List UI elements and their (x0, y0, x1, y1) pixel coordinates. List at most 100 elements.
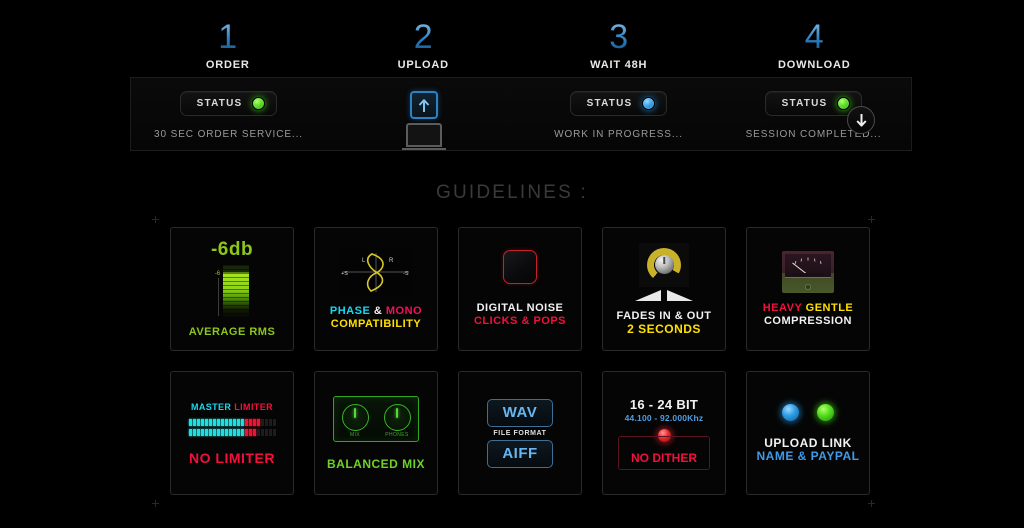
card-compression[interactable]: HEAVY GENTLE COMPRESSION (746, 227, 870, 351)
caption-part-phase: PHASE (329, 304, 374, 317)
status-col-wait: STATUS WORK IN PROGRESS... (521, 78, 716, 150)
svg-text:L: L (362, 258, 366, 264)
rms-value: -6db (210, 239, 254, 260)
status-caption-wait: WORK IN PROGRESS... (554, 129, 683, 140)
card-caption-line2: CLICKS & POPS (473, 315, 567, 327)
card-caption-line2: NAME & PAYPAL (756, 448, 860, 463)
corner-tick-icon (868, 500, 875, 507)
card-caption-line1: NO LIMITER (189, 449, 275, 466)
step-number: 3 (521, 18, 717, 56)
green-led-icon (817, 403, 834, 421)
file-format-label: FILE FORMAT (493, 429, 547, 437)
step-label: ORDER (205, 59, 250, 71)
limiter-label-limiter: LIMITER (234, 401, 274, 412)
guidelines-heading: GUIDELINES : (435, 182, 589, 203)
status-col-order: STATUS 30 SEC ORDER SERVICE... (131, 78, 326, 150)
noise-button-icon (503, 250, 537, 284)
fade-shapes-icon (635, 289, 693, 301)
led-bar-meters (188, 418, 276, 436)
card-file-format[interactable]: WAV FILE FORMAT AIFF (458, 371, 582, 495)
phones-knob-icon[interactable] (383, 403, 411, 431)
step-wait[interactable]: 3 WAIT 48H (521, 18, 717, 78)
led-bar-right (188, 428, 276, 436)
card-phase-mono[interactable]: L R +S -S PHASE & MONO COMPATIBILITY (314, 227, 438, 351)
step-label: WAIT 48H (590, 59, 648, 71)
caption-part-mono: MONO (385, 304, 423, 317)
card-digital-noise[interactable]: DIGITAL NOISE CLICKS & POPS (458, 227, 582, 351)
corner-tick-icon (868, 216, 875, 223)
meter-scale: -6 (215, 265, 220, 316)
green-led-icon (252, 97, 266, 110)
step-label: DOWNLOAD (778, 59, 851, 71)
corner-tick-icon (152, 216, 159, 223)
card-caption-line1: BALANCED MIX (327, 456, 425, 471)
card-caption-line1: PHASE & MONO (330, 305, 422, 318)
card-caption-line1: AVERAGE RMS (188, 326, 276, 338)
mix-knob-icon[interactable] (341, 403, 369, 431)
status-col-download: STATUS SESSION COMPLETED... (716, 78, 911, 150)
step-upload[interactable]: 2 UPLOAD (326, 18, 522, 78)
status-pill-label: STATUS (196, 98, 243, 109)
step-download[interactable]: 4 DOWNLOAD (717, 18, 913, 78)
card-caption-line2: COMPATIBILITY (330, 317, 422, 330)
dither-frame: NO DITHER (618, 435, 710, 470)
steps-nav: 1 ORDER 2 UPLOAD 3 WAIT 48H 4 DOWNLOAD (130, 18, 912, 78)
laptop-icon (405, 123, 442, 147)
upload-link-leds (782, 403, 834, 421)
phones-knob-label: PHONES (385, 431, 409, 438)
sample-rate-value: 44.100 - 92.000Khz (624, 412, 704, 423)
step-number: 1 (130, 18, 326, 56)
card-caption-line1: FADES IN & OUT (616, 309, 712, 322)
fade-knob-icon (639, 242, 689, 287)
caption-part-amp: & (373, 304, 386, 317)
format-wav-box[interactable]: WAV (487, 398, 553, 427)
green-led-icon (837, 97, 851, 110)
svg-text:R: R (389, 258, 394, 264)
card-upload-link[interactable]: UPLOAD LINK NAME & PAYPAL (746, 371, 870, 495)
meter-scale-line (218, 278, 220, 316)
fade-out-icon (667, 289, 693, 301)
upload-arrow-icon[interactable] (409, 91, 438, 119)
card-caption-line1: UPLOAD LINK (764, 435, 852, 450)
svg-text:+S: +S (341, 271, 348, 277)
caption-part-heavy: HEAVY (762, 301, 806, 314)
vu-meter-icon (782, 250, 834, 293)
status-pill-label: STATUS (586, 98, 633, 109)
status-pill-label: STATUS (781, 98, 828, 109)
rms-meter-bar (223, 265, 250, 317)
card-average-rms[interactable]: -6db -6 AVERAGE RMS (170, 227, 294, 351)
card-caption-line1: DIGITAL NOISE (476, 302, 564, 314)
laptop-base (401, 148, 446, 150)
mix-knob-label: MIX (349, 431, 361, 438)
fade-in-icon (635, 289, 661, 301)
status-caption-order: 30 SEC ORDER SERVICE... (154, 129, 303, 140)
card-caption-line1: HEAVY GENTLE (763, 302, 854, 315)
blue-led-icon (782, 403, 799, 421)
bit-depth-value: 16 - 24 BIT (629, 396, 699, 412)
mix-panel-icon: MIX PHONES (333, 395, 419, 442)
card-no-limiter[interactable]: MASTER LIMITER NO LIMITER (170, 371, 294, 495)
card-caption-line2: COMPRESSION (763, 314, 852, 327)
svg-text:-S: -S (403, 271, 409, 277)
status-bar: STATUS 30 SEC ORDER SERVICE... STATUS WO… (130, 77, 912, 151)
format-aiff-box[interactable]: AIFF (487, 439, 553, 468)
status-pill-download[interactable]: STATUS (764, 91, 863, 116)
status-pill-order[interactable]: STATUS (179, 91, 278, 116)
download-arrow-icon[interactable] (847, 106, 875, 134)
card-caption-line1: NO DITHER (631, 450, 697, 465)
step-order[interactable]: 1 ORDER (130, 18, 326, 78)
corner-tick-icon (152, 500, 159, 507)
step-label: UPLOAD (397, 59, 449, 71)
meter-tick-label: -6 (214, 271, 221, 277)
card-caption-line2: 2 SECONDS (627, 321, 701, 336)
status-pill-wait[interactable]: STATUS (569, 91, 668, 116)
card-bit-depth[interactable]: 16 - 24 BIT 44.100 - 92.000Khz NO DITHER (602, 371, 726, 495)
upload-widget[interactable] (401, 91, 446, 150)
limiter-label-master: MASTER (190, 401, 235, 412)
status-col-upload (326, 78, 521, 150)
page-root: 1 ORDER 2 UPLOAD 3 WAIT 48H 4 DOWNLOAD S… (0, 0, 1024, 528)
card-fades[interactable]: FADES IN & OUT 2 SECONDS (602, 227, 726, 351)
step-number: 2 (326, 18, 522, 56)
card-balanced-mix[interactable]: MIX PHONES BALANCED MIX (314, 371, 438, 495)
step-number: 4 (717, 18, 913, 56)
